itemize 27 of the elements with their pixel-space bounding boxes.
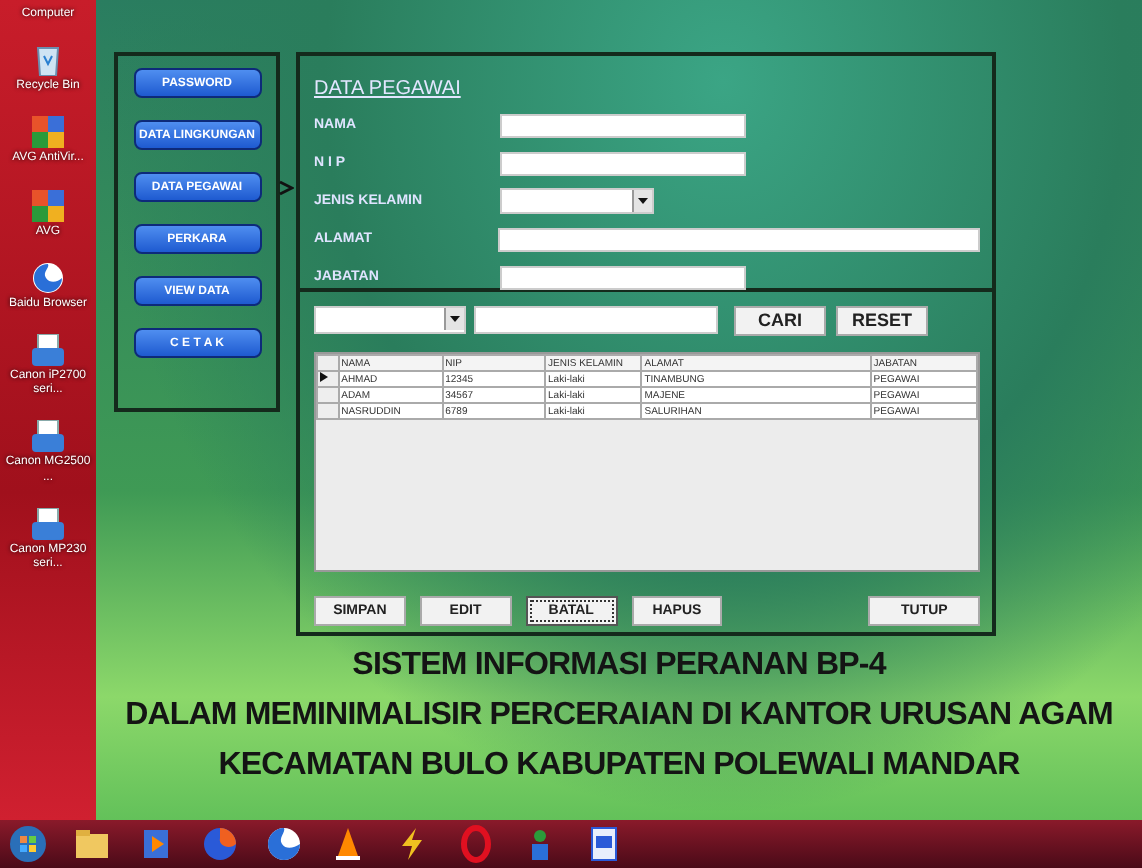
dropdown-field[interactable] [500, 188, 654, 214]
printer-icon[interactable] [32, 507, 64, 540]
printer-icon[interactable] [32, 420, 64, 453]
app-heading: KECAMATAN BULO KABUPATEN POLEWALI MANDAR [218, 746, 1020, 786]
folder-icon[interactable] [72, 824, 112, 864]
globe-icon[interactable] [264, 824, 304, 864]
globe-icon[interactable] [32, 261, 64, 294]
start-button[interactable] [8, 824, 48, 864]
text-field[interactable] [500, 265, 746, 289]
row-indicator-icon [320, 372, 328, 382]
app-heading: DALAM MEMINIMALISIR PERCERAIAN DI KANTOR URUSAN AGAM [125, 696, 1113, 736]
shortcut-icon[interactable] [32, 189, 64, 222]
dropdown-field[interactable] [314, 306, 466, 334]
search-button[interactable]: RESET [836, 305, 928, 335]
search-button[interactable]: CARI [734, 305, 826, 335]
text-field[interactable] [498, 227, 980, 251]
recycle-bin-icon[interactable] [34, 44, 62, 77]
text-field[interactable] [500, 151, 746, 175]
dropdown-arrow-icon [638, 198, 648, 204]
form-title: DATA PEGAWAI [314, 78, 461, 100]
app-heading: SISTEM INFORMASI PERANAN BP-4 [352, 646, 886, 686]
ring-icon[interactable] [456, 824, 496, 864]
printer-icon[interactable] [32, 333, 64, 366]
text-field[interactable] [500, 113, 746, 137]
dropdown-arrow-icon [450, 316, 460, 322]
search-field[interactable] [474, 306, 718, 334]
shortcut-icon[interactable] [32, 116, 64, 149]
